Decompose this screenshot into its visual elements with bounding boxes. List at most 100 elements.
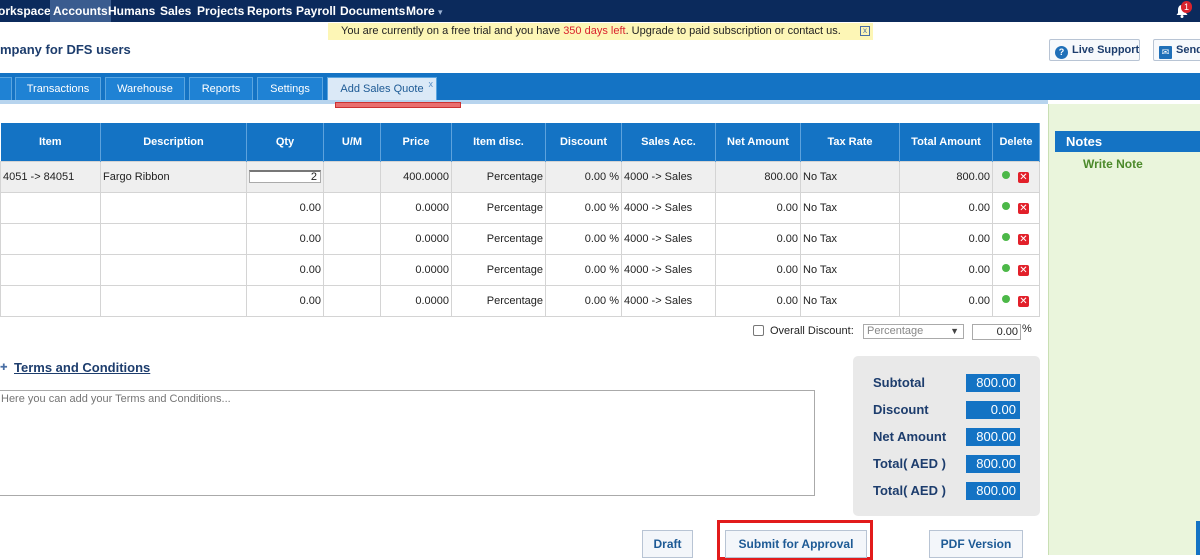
item-disc-cell[interactable]: Percentage <box>451 284 546 317</box>
green-dot-icon[interactable] <box>1002 170 1010 179</box>
item-disc-cell[interactable]: Percentage <box>451 160 546 193</box>
tax-rate-cell[interactable]: No Tax <box>800 191 900 224</box>
send-button[interactable]: ✉ Send <box>1153 39 1200 61</box>
tax-rate-cell[interactable]: No Tax <box>800 284 900 317</box>
item-cell[interactable] <box>0 191 101 224</box>
scroll-edge <box>1196 521 1200 555</box>
tax-rate-cell[interactable]: No Tax <box>800 222 900 255</box>
description-cell[interactable]: Fargo Ribbon <box>100 160 247 193</box>
nav-documents[interactable]: Documents <box>340 0 405 22</box>
table-row: 0.00 0.0000 Percentage 0.00 % 4000 -> Sa… <box>0 222 1040 255</box>
qty-input[interactable]: 2 <box>249 170 321 183</box>
net-amount-label: Net Amount <box>873 429 947 444</box>
col-sales-acc: Sales Acc. <box>621 123 716 161</box>
sales-acc-cell[interactable]: 4000 -> Sales <box>621 160 716 193</box>
delete-cell: ✕ <box>992 284 1040 317</box>
um-cell[interactable] <box>323 222 381 255</box>
green-dot-icon[interactable] <box>1002 263 1010 272</box>
tab-transactions[interactable]: Transactions <box>15 77 101 100</box>
discount-cell[interactable]: 0.00 % <box>545 284 622 317</box>
delete-icon[interactable]: ✕ <box>1018 264 1029 276</box>
nav-projects[interactable]: Projects <box>197 0 244 22</box>
tab-settings[interactable]: Settings <box>257 77 323 100</box>
nav-sales[interactable]: Sales <box>160 0 191 22</box>
overall-discount-label: Overall Discount: <box>770 325 854 337</box>
discount-value: 0.00 <box>966 401 1020 419</box>
overall-discount-input[interactable]: 0.00 <box>972 324 1021 340</box>
discount-cell[interactable]: 0.00 % <box>545 222 622 255</box>
sales-acc-cell[interactable]: 4000 -> Sales <box>621 222 716 255</box>
item-disc-cell[interactable]: Percentage <box>451 253 546 286</box>
item-cell[interactable]: 4051 -> 84051 <box>0 160 101 193</box>
um-cell[interactable] <box>323 191 381 224</box>
qty-cell[interactable]: 0.00 <box>246 284 324 317</box>
tax-rate-cell[interactable]: No Tax <box>800 160 900 193</box>
tax-rate-cell[interactable]: No Tax <box>800 253 900 286</box>
qty-cell[interactable]: 0.00 <box>246 253 324 286</box>
draft-button[interactable]: Draft <box>642 530 693 558</box>
nav-payroll[interactable]: Payroll <box>296 0 336 22</box>
nav-workspace[interactable]: orkspace <box>0 0 51 22</box>
sales-acc-cell[interactable]: 4000 -> Sales <box>621 284 716 317</box>
hidden-select-stub[interactable] <box>335 102 461 108</box>
discount-cell[interactable]: 0.00 % <box>545 253 622 286</box>
pdf-version-button[interactable]: PDF Version <box>929 530 1023 558</box>
green-dot-icon[interactable] <box>1002 232 1010 241</box>
nav-humans[interactable]: Humans <box>108 0 155 22</box>
item-disc-cell[interactable]: Percentage <box>451 222 546 255</box>
description-cell[interactable] <box>100 222 247 255</box>
trial-days: 350 days left <box>563 25 626 37</box>
qty-cell[interactable]: 0.00 <box>246 191 324 224</box>
tab-close-icon[interactable]: x <box>429 79 434 89</box>
write-note-link[interactable]: Write Note <box>1083 157 1143 171</box>
tab-stub[interactable] <box>0 77 12 100</box>
item-cell[interactable] <box>0 284 101 317</box>
net-amount-cell: 0.00 <box>715 191 801 224</box>
price-cell[interactable]: 0.0000 <box>380 284 452 317</box>
col-description: Description <box>100 123 247 161</box>
col-price: Price <box>380 123 452 161</box>
sales-acc-cell[interactable]: 4000 -> Sales <box>621 253 716 286</box>
item-cell[interactable] <box>0 222 101 255</box>
overall-discount-type-select[interactable]: Percentage ▼ <box>863 324 964 339</box>
description-cell[interactable] <box>100 191 247 224</box>
tab-add-sales-quote[interactable]: Add Sales Quote x <box>327 77 437 100</box>
description-cell[interactable] <box>100 284 247 317</box>
tab-reports[interactable]: Reports <box>189 77 253 100</box>
subtotal-label: Subtotal <box>873 375 925 390</box>
nav-more[interactable]: More ▾ <box>406 0 443 22</box>
um-cell[interactable] <box>323 284 381 317</box>
description-cell[interactable] <box>100 253 247 286</box>
green-dot-icon[interactable] <box>1002 294 1010 303</box>
trial-suffix[interactable]: . Upgrade to paid subscription or contac… <box>626 25 841 37</box>
tab-underline <box>0 100 1048 104</box>
nav-accounts[interactable]: Accounts <box>50 0 111 22</box>
um-cell[interactable] <box>323 160 381 193</box>
price-cell[interactable]: 0.0000 <box>380 253 452 286</box>
delete-icon[interactable]: ✕ <box>1018 233 1029 245</box>
live-support-button[interactable]: ? Live Support <box>1049 39 1140 61</box>
price-cell[interactable]: 400.0000 <box>380 160 452 193</box>
discount-cell[interactable]: 0.00 % <box>545 160 622 193</box>
item-cell[interactable] <box>0 253 101 286</box>
price-cell[interactable]: 0.0000 <box>380 191 452 224</box>
trial-prefix: You are currently on a free trial and yo… <box>341 25 564 37</box>
qty-cell[interactable]: 0.00 <box>246 222 324 255</box>
discount-cell[interactable]: 0.00 % <box>545 191 622 224</box>
overall-discount-checkbox[interactable] <box>753 325 764 336</box>
terms-title-link[interactable]: Terms and Conditions <box>14 360 150 375</box>
item-disc-cell[interactable]: Percentage <box>451 191 546 224</box>
green-dot-icon[interactable] <box>1002 201 1010 210</box>
terms-toggle-icon[interactable]: ✚ <box>0 362 8 373</box>
delete-icon[interactable]: ✕ <box>1018 295 1029 307</box>
nav-reports[interactable]: Reports <box>247 0 292 22</box>
sales-acc-cell[interactable]: 4000 -> Sales <box>621 191 716 224</box>
terms-textarea[interactable] <box>0 390 815 496</box>
submit-for-approval-button[interactable]: Submit for Approval <box>725 530 867 558</box>
um-cell[interactable] <box>323 253 381 286</box>
price-cell[interactable]: 0.0000 <box>380 222 452 255</box>
close-icon[interactable]: x <box>860 26 870 36</box>
tab-warehouse[interactable]: Warehouse <box>105 77 185 100</box>
delete-icon[interactable]: ✕ <box>1018 171 1029 183</box>
delete-icon[interactable]: ✕ <box>1018 202 1029 214</box>
